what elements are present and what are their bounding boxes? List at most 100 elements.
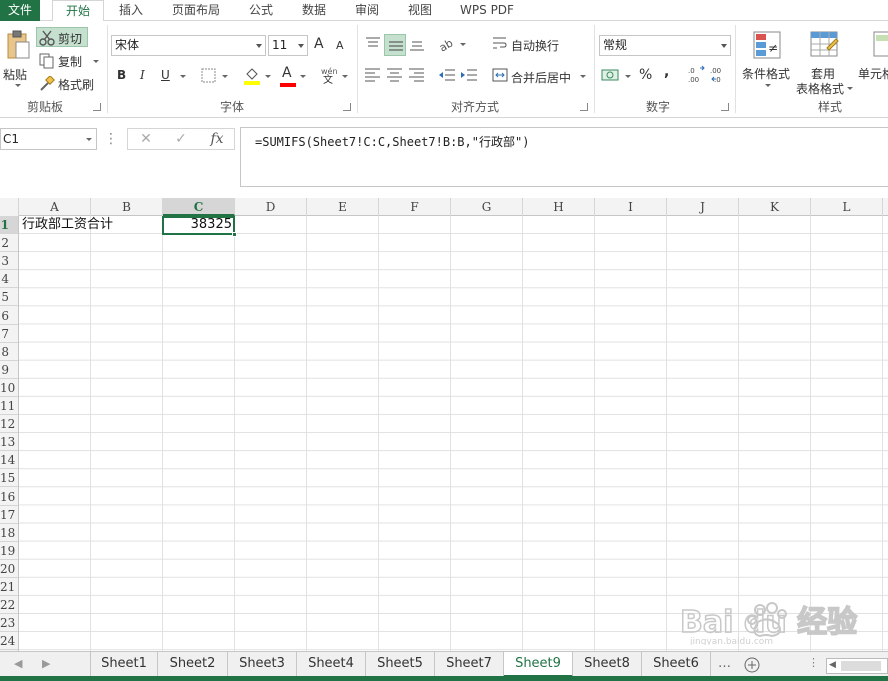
- grow-font-button[interactable]: A: [314, 36, 324, 52]
- cancel-icon[interactable]: ✕: [133, 128, 159, 150]
- sheet-tab-sheet1[interactable]: Sheet1: [90, 652, 158, 677]
- column-header-a[interactable]: A: [19, 198, 91, 216]
- row-header[interactable]: 9: [0, 361, 18, 379]
- column-header-d[interactable]: D: [235, 198, 307, 216]
- name-box[interactable]: C1: [0, 128, 97, 150]
- decrease-indent-icon[interactable]: [438, 67, 456, 83]
- bold-button[interactable]: B: [117, 68, 126, 82]
- column-header-h[interactable]: H: [523, 198, 595, 216]
- chevron-down-icon[interactable]: [460, 43, 466, 46]
- align-middle-button[interactable]: [384, 34, 406, 56]
- chevron-down-icon[interactable]: [265, 75, 271, 78]
- row-header[interactable]: 1: [0, 216, 18, 234]
- chevron-left-icon[interactable]: ◀: [14, 657, 22, 670]
- tab-home[interactable]: 开始: [52, 0, 104, 22]
- percent-button[interactable]: %: [639, 67, 652, 83]
- sheet-tab-sheet4[interactable]: Sheet4: [297, 652, 366, 677]
- row-header[interactable]: 20: [0, 560, 18, 578]
- align-left-icon[interactable]: [364, 67, 382, 83]
- more-options-icon[interactable]: ⋮: [104, 128, 118, 150]
- row-header[interactable]: 12: [0, 415, 18, 434]
- font-size-select[interactable]: 11: [268, 35, 308, 56]
- column-header-i[interactable]: I: [595, 198, 667, 216]
- formula-input[interactable]: =SUMIFS(Sheet7!C:C,Sheet7!B:B,"行政部"): [240, 127, 888, 187]
- sheet-tab-sheet5[interactable]: Sheet5: [366, 652, 435, 677]
- tab-review[interactable]: 审阅: [344, 0, 390, 21]
- more-sheets-icon[interactable]: …: [718, 656, 731, 671]
- increase-indent-icon[interactable]: [460, 67, 478, 83]
- tab-view[interactable]: 视图: [397, 0, 443, 21]
- horizontal-scrollbar[interactable]: ◀: [826, 658, 888, 674]
- shrink-font-button[interactable]: A: [336, 39, 344, 52]
- confirm-icon[interactable]: ✓: [168, 128, 194, 150]
- row-header[interactable]: 3: [0, 252, 18, 271]
- conditional-formatting-button[interactable]: ≠ 条件格式: [739, 27, 793, 97]
- row-header[interactable]: 22: [0, 596, 18, 615]
- chevron-down-icon[interactable]: [222, 75, 228, 78]
- format-painter-button[interactable]: 格式刷: [36, 73, 100, 93]
- chevron-down-icon[interactable]: [580, 75, 586, 78]
- row-header[interactable]: 7: [0, 325, 18, 343]
- row-header[interactable]: 4: [0, 270, 18, 289]
- column-header-g[interactable]: G: [451, 198, 523, 216]
- row-header[interactable]: 17: [0, 506, 18, 524]
- cell-styles-button[interactable]: 单元格: [855, 27, 888, 97]
- row-header[interactable]: 23: [0, 614, 18, 633]
- orientation-icon[interactable]: ab: [438, 35, 458, 53]
- fill-handle[interactable]: [232, 232, 237, 237]
- cell-grid[interactable]: 行政部工资合计 38325: [19, 216, 888, 651]
- italic-button[interactable]: I: [140, 68, 145, 82]
- select-all-corner[interactable]: [0, 198, 19, 216]
- comma-button[interactable]: ,: [664, 64, 669, 80]
- currency-icon[interactable]: [601, 67, 621, 83]
- column-header-f[interactable]: F: [379, 198, 451, 216]
- dialog-launcher-icon[interactable]: [343, 103, 351, 111]
- align-bottom-icon[interactable]: [408, 35, 426, 53]
- tab-formulas[interactable]: 公式: [238, 0, 284, 21]
- decrease-decimal-icon[interactable]: .00.0: [710, 65, 728, 85]
- chevron-down-icon[interactable]: [342, 75, 348, 78]
- sheet-tab-sheet2[interactable]: Sheet2: [158, 652, 228, 677]
- align-center-icon[interactable]: [386, 67, 404, 83]
- sheet-tab-sheet7[interactable]: Sheet7: [435, 652, 504, 677]
- align-right-icon[interactable]: [408, 67, 426, 83]
- dialog-launcher-icon[interactable]: [93, 103, 101, 111]
- tab-data[interactable]: 数据: [291, 0, 337, 21]
- cell-a1[interactable]: 行政部工资合计: [22, 216, 113, 234]
- font-name-select[interactable]: 宋体: [111, 35, 266, 56]
- row-header[interactable]: 5: [0, 288, 18, 307]
- row-header[interactable]: 6: [0, 307, 18, 325]
- column-header-b[interactable]: B: [91, 198, 163, 216]
- chevron-right-icon[interactable]: ▶: [42, 657, 50, 670]
- merge-center-button[interactable]: 合并后居中: [511, 69, 571, 86]
- border-icon[interactable]: [201, 68, 217, 84]
- insert-function-button[interactable]: fx: [204, 128, 230, 150]
- row-header[interactable]: 16: [0, 488, 18, 506]
- underline-button[interactable]: U: [161, 68, 170, 82]
- wrap-text-button[interactable]: 自动换行: [511, 37, 559, 54]
- row-header[interactable]: 8: [0, 343, 18, 361]
- phonetic-icon[interactable]: wén 文: [320, 66, 338, 84]
- dialog-launcher-icon[interactable]: [721, 103, 729, 111]
- splitter-handle-icon[interactable]: ⋮: [808, 656, 819, 669]
- dialog-launcher-icon[interactable]: [580, 103, 588, 111]
- add-sheet-icon[interactable]: [744, 657, 760, 673]
- chevron-down-icon[interactable]: [300, 75, 306, 78]
- row-header[interactable]: 15: [0, 469, 18, 488]
- paste-button[interactable]: 粘贴: [2, 25, 32, 89]
- row-header[interactable]: 19: [0, 542, 18, 560]
- tab-wps-pdf[interactable]: WPS PDF: [452, 0, 522, 21]
- scroll-left-icon[interactable]: ◀: [829, 660, 836, 670]
- sheet-tab-sheet6[interactable]: Sheet6: [642, 652, 711, 677]
- row-header[interactable]: 14: [0, 451, 18, 470]
- tab-page-layout[interactable]: 页面布局: [164, 0, 228, 21]
- column-header-c[interactable]: C: [163, 198, 235, 216]
- align-top-icon[interactable]: [364, 35, 382, 53]
- column-header-k[interactable]: K: [739, 198, 811, 216]
- tab-file[interactable]: 文件: [0, 0, 40, 21]
- fill-color-icon[interactable]: [243, 66, 261, 86]
- row-header[interactable]: 10: [0, 379, 18, 397]
- copy-button[interactable]: 复制: [36, 50, 100, 70]
- format-as-table-button[interactable]: 套用 表格格式: [793, 27, 853, 97]
- sheet-tab-sheet3[interactable]: Sheet3: [228, 652, 297, 677]
